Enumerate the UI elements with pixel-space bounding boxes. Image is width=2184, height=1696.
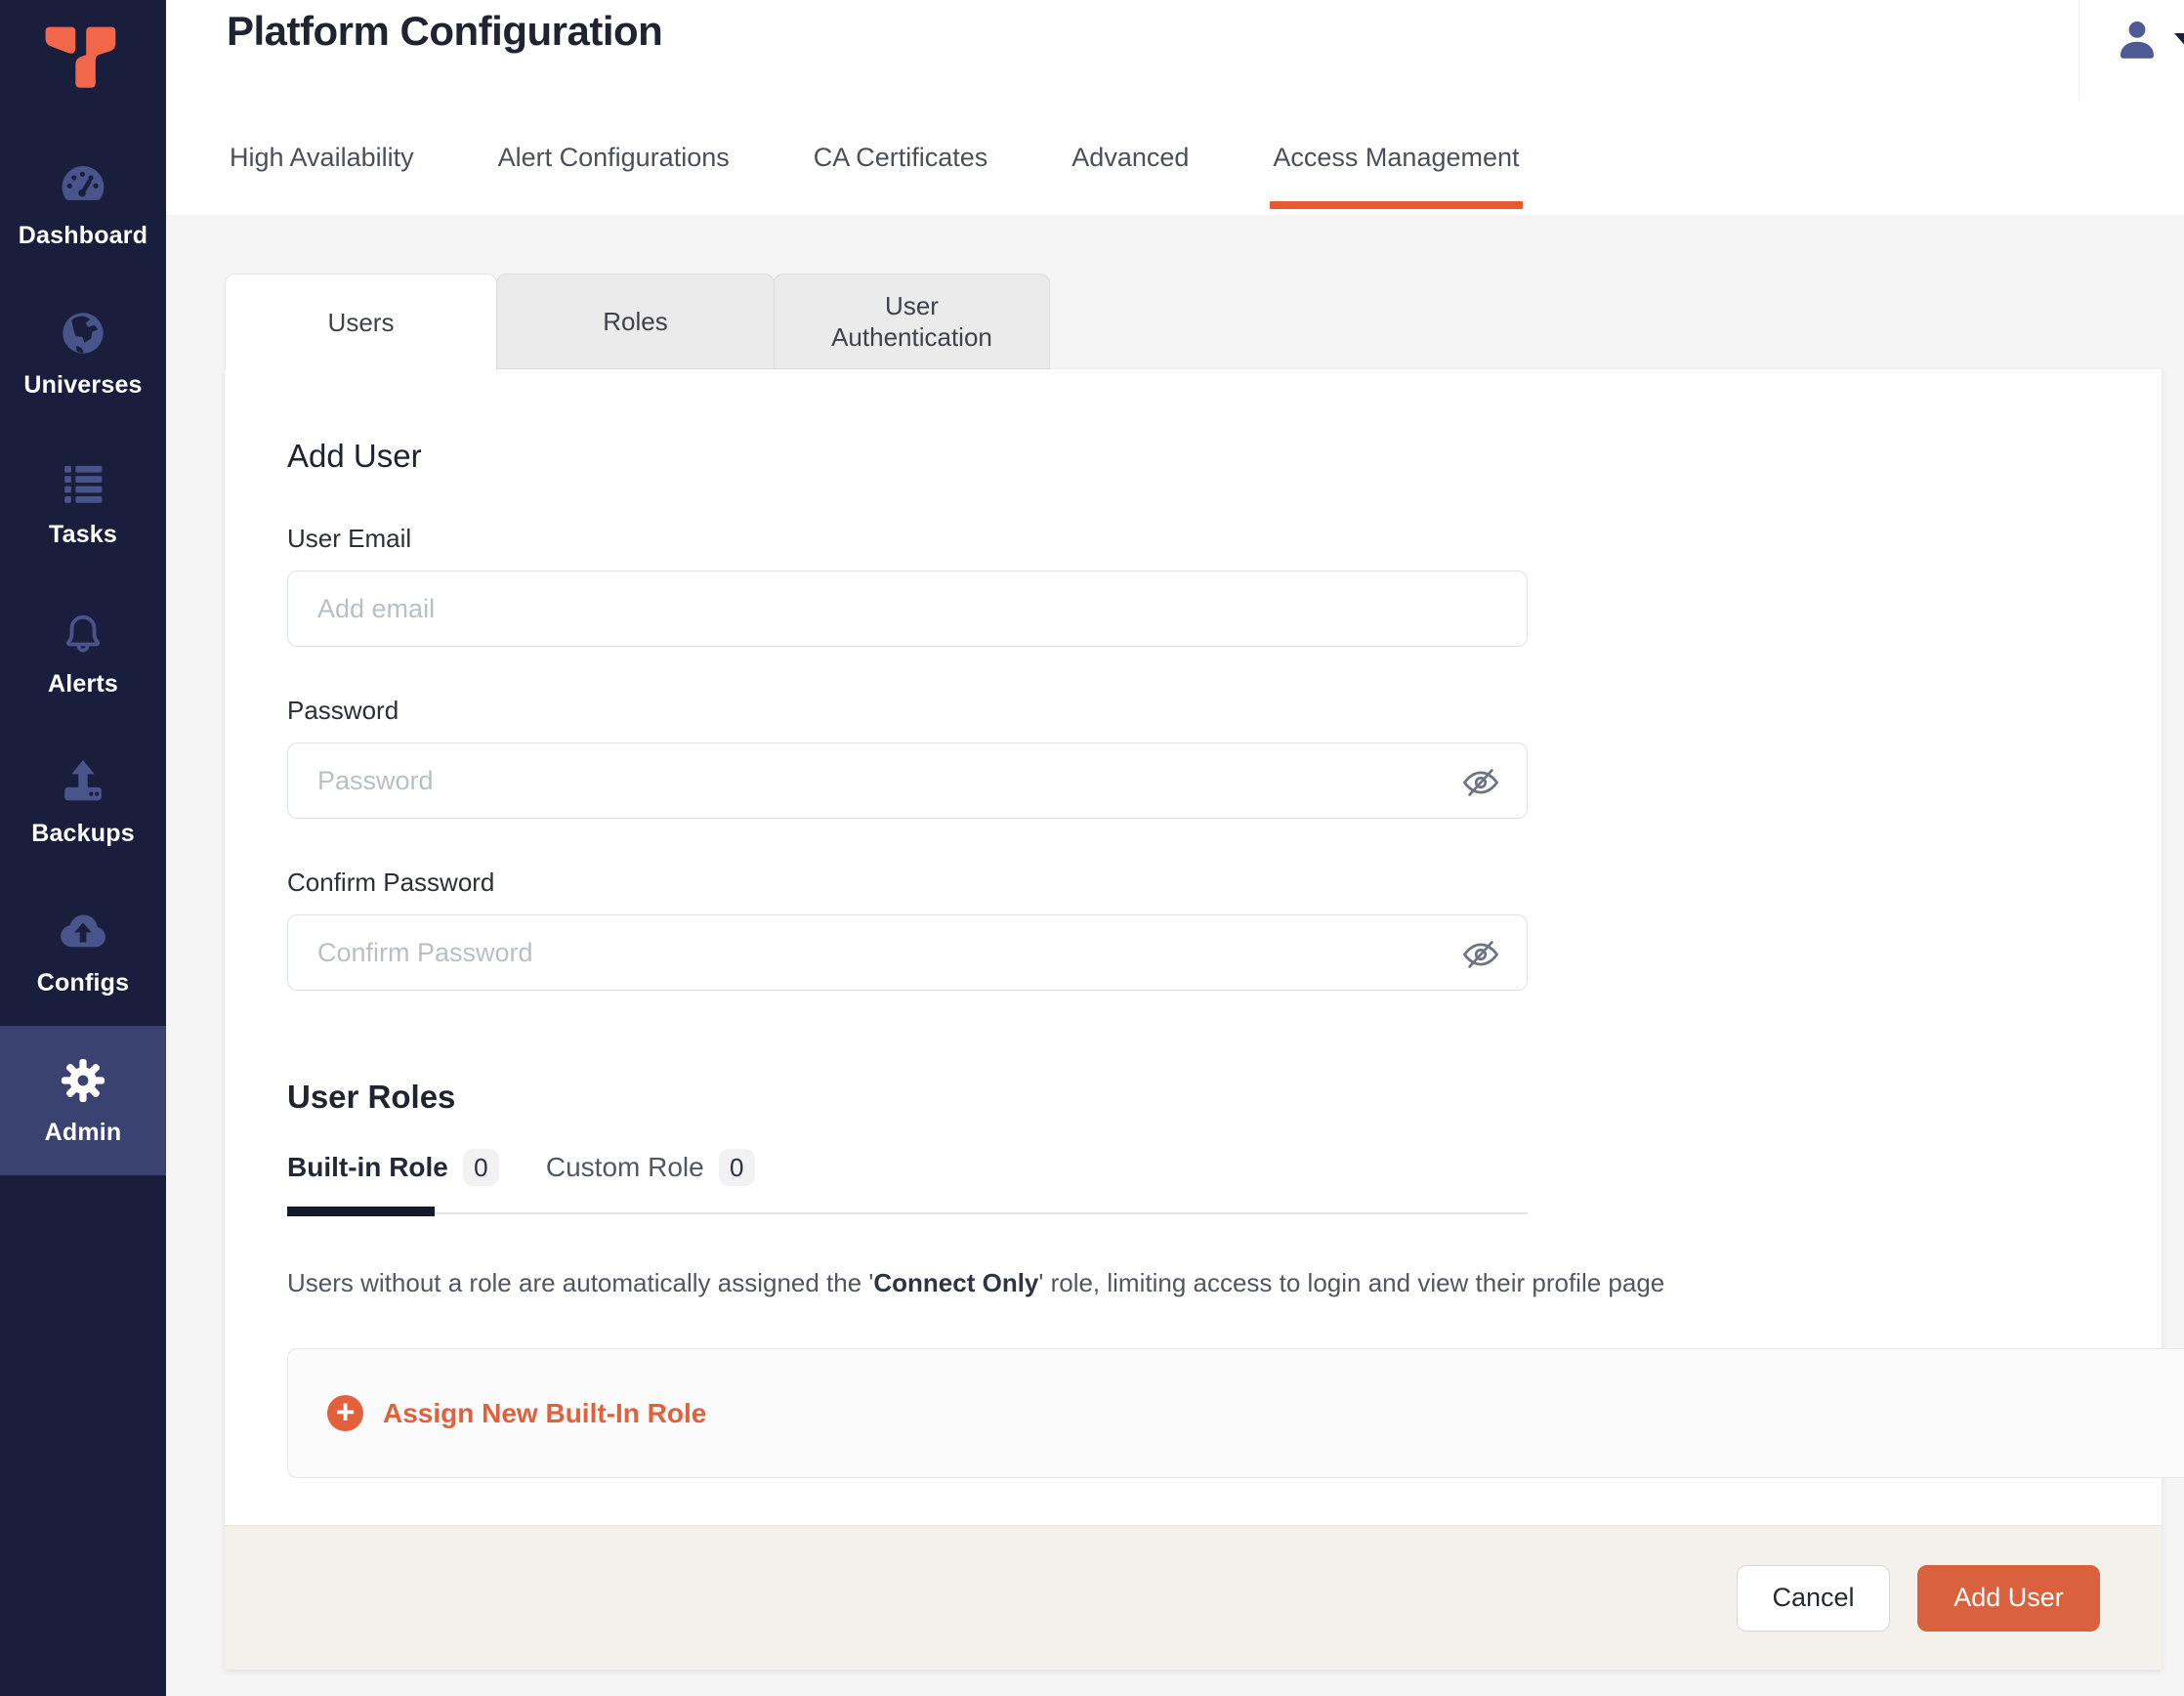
confirm-password-visibility-toggle[interactable]	[1459, 933, 1502, 976]
sidebar-item-label: Tasks	[49, 521, 117, 549]
sidebar-item-label: Alerts	[48, 670, 118, 699]
role-note-text: Users without a role are automatically a…	[287, 1268, 873, 1297]
tab-label: Access Management	[1273, 143, 1519, 172]
assign-new-built-in-role-button[interactable]: Assign New Built-In Role	[287, 1348, 2184, 1478]
user-email-input[interactable]	[287, 571, 1528, 647]
confirm-password-input[interactable]	[287, 914, 1528, 991]
top-header: Platform Configuration High Availability…	[166, 0, 2184, 215]
tab-ca-certificates[interactable]: CA Certificates	[814, 130, 988, 215]
tab-custom-role[interactable]: Custom Role 0	[546, 1149, 755, 1186]
drive-upload-icon	[57, 755, 109, 808]
role-tabs-baseline	[287, 1212, 1528, 1214]
task-list-icon	[57, 456, 109, 509]
plus-circle-icon	[327, 1395, 363, 1431]
content-area: Users Roles User Authentication Add User…	[166, 215, 2184, 1696]
role-note-text: ' role, limiting access to login and vie…	[1038, 1268, 1664, 1297]
tab-access-management[interactable]: Access Management	[1273, 130, 1519, 215]
built-in-role-count-badge: 0	[463, 1149, 499, 1186]
built-in-role-label: Built-in Role	[287, 1152, 448, 1183]
page-title: Platform Configuration	[227, 8, 662, 55]
password-input[interactable]	[287, 742, 1528, 819]
active-role-tab-indicator	[287, 1207, 435, 1216]
assign-new-built-in-role-label: Assign New Built-In Role	[383, 1398, 706, 1429]
dashboard-gauge-icon	[57, 157, 109, 210]
password-visibility-toggle[interactable]	[1459, 761, 1502, 804]
tab-high-availability[interactable]: High Availability	[230, 130, 414, 215]
custom-role-count-badge: 0	[719, 1149, 755, 1186]
sidebar-item-backups[interactable]: Backups	[0, 727, 166, 876]
sidebar-item-label: Configs	[37, 969, 129, 997]
add-user-panel: Add User User Email Password	[225, 369, 2162, 1670]
sidebar-item-admin[interactable]: Admin	[0, 1026, 166, 1175]
sidebar-item-label: Dashboard	[19, 222, 147, 250]
chevron-down-icon[interactable]	[2174, 33, 2184, 48]
cancel-button[interactable]: Cancel	[1737, 1565, 1890, 1632]
user-email-label: User Email	[287, 524, 2162, 554]
sidebar-item-universes[interactable]: Universes	[0, 278, 166, 428]
access-subtabs: Users Roles User Authentication	[225, 274, 1050, 370]
bell-icon	[57, 606, 109, 658]
confirm-password-label: Confirm Password	[287, 868, 2162, 898]
add-user-heading: Add User	[287, 438, 2162, 475]
sidebar: Dashboard Universes Tasks	[0, 0, 166, 1696]
platform-configuration-screen: Dashboard Universes Tasks	[0, 0, 2184, 1696]
user-roles-heading: User Roles	[287, 1079, 2162, 1116]
subtab-roles[interactable]: Roles	[496, 274, 775, 369]
role-tabs: Built-in Role 0 Custom Role 0	[287, 1149, 2162, 1186]
active-tab-underline	[1270, 201, 1522, 209]
yugabyte-logo-icon[interactable]	[43, 21, 123, 94]
sidebar-nav: Dashboard Universes Tasks	[0, 129, 166, 1175]
add-user-form: Add User User Email Password	[287, 369, 2162, 1478]
sidebar-item-configs[interactable]: Configs	[0, 876, 166, 1026]
tab-built-in-role[interactable]: Built-in Role 0	[287, 1149, 499, 1186]
subtab-users[interactable]: Users	[225, 274, 497, 370]
config-tabs: High Availability Alert Configurations C…	[230, 130, 1520, 215]
custom-role-label: Custom Role	[546, 1152, 704, 1183]
role-note-bold: Connect Only	[873, 1268, 1038, 1297]
user-avatar-icon[interactable]	[2114, 16, 2161, 63]
sidebar-item-label: Universes	[23, 371, 142, 400]
sidebar-item-tasks[interactable]: Tasks	[0, 428, 166, 577]
role-tabs-rule	[287, 1207, 1528, 1216]
role-note: Users without a role are automatically a…	[287, 1268, 2162, 1298]
sidebar-item-alerts[interactable]: Alerts	[0, 577, 166, 727]
form-footer: Cancel Add User	[225, 1525, 2162, 1670]
gear-icon	[57, 1054, 109, 1107]
eye-off-icon	[1459, 933, 1502, 976]
tab-alert-configurations[interactable]: Alert Configurations	[498, 130, 730, 215]
sidebar-item-dashboard[interactable]: Dashboard	[0, 129, 166, 278]
tab-advanced[interactable]: Advanced	[1071, 130, 1189, 215]
sidebar-item-label: Admin	[45, 1119, 122, 1147]
add-user-button[interactable]: Add User	[1917, 1565, 2100, 1632]
password-label: Password	[287, 696, 2162, 726]
cloud-upload-icon	[57, 905, 109, 957]
eye-off-icon	[1459, 761, 1502, 804]
sidebar-item-label: Backups	[31, 820, 135, 848]
subtab-user-authentication[interactable]: User Authentication	[774, 274, 1050, 369]
globe-icon	[57, 307, 109, 360]
